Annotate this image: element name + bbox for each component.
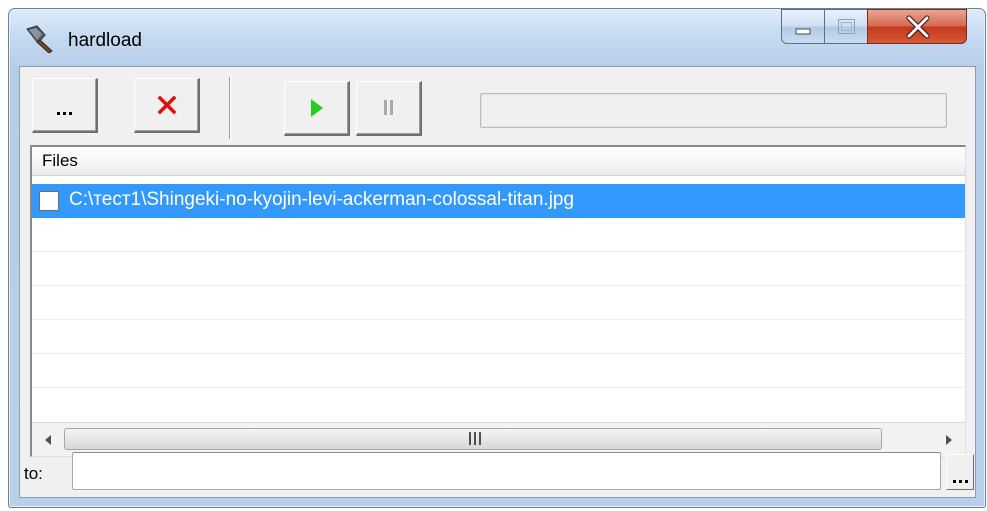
grip-icon <box>469 432 481 446</box>
green-play-icon <box>310 99 323 117</box>
ellipsis-icon <box>952 480 968 483</box>
triangle-left-icon <box>45 434 51 445</box>
empty-row <box>32 252 965 286</box>
progress-bar <box>480 93 947 128</box>
empty-row <box>32 354 965 388</box>
column-header-label: Files <box>42 151 78 170</box>
toolbar-separator <box>229 77 231 139</box>
row-checkbox[interactable] <box>39 191 59 211</box>
empty-row <box>32 388 965 422</box>
file-list[interactable]: Files C:\тест1\Shingeki-no-kyojin-levi-a… <box>30 145 966 457</box>
client-area: Files C:\тест1\Shingeki-no-kyojin-levi-a… <box>19 66 976 498</box>
minimize-button[interactable] <box>781 9 825 44</box>
file-path: C:\тест1\Shingeki-no-kyojin-levi-ackerma… <box>69 189 575 210</box>
maximize-icon <box>838 19 855 34</box>
pause-button[interactable] <box>356 81 422 136</box>
title-bar[interactable]: hardload <box>9 9 985 67</box>
destination-input[interactable] <box>72 452 941 490</box>
empty-row <box>32 286 965 320</box>
minimize-icon <box>795 28 811 35</box>
app-window: hardload Files C:\тест1\Shingeki-no-kyoj… <box>8 8 986 508</box>
red-x-icon <box>157 95 176 115</box>
column-header-files[interactable]: Files <box>32 147 965 176</box>
close-icon <box>906 15 930 39</box>
window-title: hardload <box>68 30 142 51</box>
browse-destination-button[interactable] <box>946 454 974 490</box>
scroll-thumb[interactable] <box>64 428 882 450</box>
ellipsis-icon <box>57 111 72 115</box>
shovel-icon <box>26 25 53 53</box>
maximize-button[interactable] <box>824 9 868 44</box>
destination-label: to: <box>24 464 43 483</box>
empty-row <box>32 218 965 252</box>
horizontal-scrollbar[interactable] <box>32 422 965 456</box>
close-button[interactable] <box>867 9 967 44</box>
start-button[interactable] <box>284 81 350 136</box>
remove-button[interactable] <box>134 78 200 133</box>
open-button[interactable] <box>32 78 98 133</box>
pause-icon <box>383 100 393 115</box>
empty-row <box>32 320 965 354</box>
triangle-right-icon <box>946 434 952 445</box>
list-item[interactable]: C:\тест1\Shingeki-no-kyojin-levi-ackerma… <box>32 184 965 218</box>
scroll-left-button[interactable] <box>32 423 64 456</box>
